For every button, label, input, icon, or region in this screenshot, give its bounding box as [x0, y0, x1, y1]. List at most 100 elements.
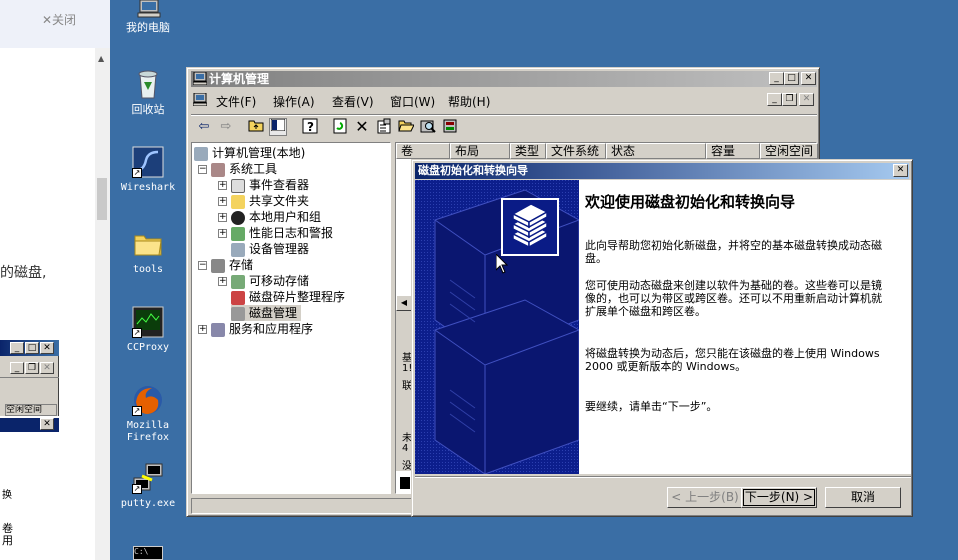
menu-file[interactable]: 文件(F)	[216, 93, 256, 110]
mouse-cursor-icon	[495, 252, 509, 274]
wizard-paragraph-3: 将磁盘转换为动态后，您只能在该磁盘的卷上使用 Windows 2000 或更新版…	[585, 347, 880, 373]
desktop-icon-firefox[interactable]: ↗ Mozilla Firefox	[113, 384, 183, 444]
up-folder-icon[interactable]	[247, 118, 265, 136]
users-icon	[231, 210, 245, 225]
collapse-icon[interactable]: −	[198, 165, 207, 174]
cancel-button[interactable]: 取消	[825, 487, 901, 508]
expand-icon[interactable]: +	[218, 197, 227, 206]
expand-icon[interactable]: +	[218, 229, 227, 238]
dialog-close-button[interactable]: ✕	[893, 164, 908, 177]
back-button[interactable]: < 上一步(B)	[667, 487, 743, 508]
help-icon[interactable]: ?	[301, 118, 319, 136]
window-title: 计算机管理	[209, 72, 270, 86]
column-header[interactable]: 空闲空间	[5, 404, 57, 416]
shortcut-arrow-icon: ↗	[132, 168, 142, 178]
scroll-left-icon[interactable]: ◀	[396, 295, 412, 311]
my-computer-icon	[132, 0, 164, 18]
column-header-type[interactable]: 类型	[510, 143, 546, 159]
close-button[interactable]: ✕关闭	[42, 11, 76, 28]
minimize-icon[interactable]: _	[10, 362, 24, 374]
svg-text:?: ?	[307, 120, 314, 134]
properties-icon[interactable]	[375, 118, 393, 136]
tree-item-device-manager[interactable]: 设备管理器	[231, 241, 309, 257]
refresh-icon[interactable]	[331, 118, 349, 136]
show-tree-icon[interactable]	[269, 118, 287, 136]
tree-item-defragmenter[interactable]: 磁盘碎片整理程序	[231, 289, 345, 305]
column-header-layout[interactable]: 布局	[450, 143, 510, 159]
expand-icon[interactable]: +	[198, 325, 207, 334]
column-header-free-space[interactable]: 空闲空间	[760, 143, 818, 159]
column-header-volume[interactable]: 卷	[396, 143, 450, 159]
dialog-separator	[415, 476, 911, 478]
event-viewer-icon	[231, 178, 245, 193]
tree-item-storage[interactable]: − 存储	[198, 257, 253, 273]
disk-icon[interactable]	[441, 118, 459, 136]
expand-icon[interactable]: +	[218, 181, 227, 190]
close-button[interactable]: ✕	[801, 72, 816, 85]
tree-item-performance-logs[interactable]: + 性能日志和警报	[218, 225, 333, 241]
minimize-icon[interactable]: _	[10, 342, 24, 354]
disk-wizard-dialog: 磁盘初始化和转换向导 ✕ 欢迎使用磁盘初始化和转换向导 此向导帮助您初始化新磁盘…	[411, 159, 913, 517]
menu-window[interactable]: 窗口(W)	[390, 93, 435, 110]
mdi-minimize-button[interactable]: _	[767, 93, 782, 106]
menu-help[interactable]: 帮助(H)	[448, 93, 490, 110]
desktop-icon-label: CCProxy	[126, 342, 170, 353]
collapse-icon[interactable]: −	[198, 261, 207, 270]
scrollbar-thumb[interactable]	[97, 178, 107, 220]
desktop-icon-label: tools	[132, 264, 164, 275]
expand-icon[interactable]: +	[218, 277, 227, 286]
performance-icon	[231, 226, 245, 241]
shortcut-arrow-icon: ↗	[132, 328, 142, 338]
tree-item-disk-management[interactable]: 磁盘管理	[231, 305, 302, 321]
menu-action[interactable]: 操作(A)	[273, 93, 315, 110]
ccproxy-icon: ↗	[132, 306, 164, 338]
desktop-icon-tools[interactable]: tools	[113, 228, 183, 276]
desktop-icon-label: putty.exe	[120, 498, 176, 509]
close-icon[interactable]: ✕	[40, 342, 54, 354]
mdi-close-button[interactable]: ✕	[799, 93, 814, 106]
delete-icon[interactable]: ✕	[353, 118, 371, 136]
menu-view[interactable]: 查看(V)	[332, 93, 374, 110]
desktop-icon-putty[interactable]: ↗ putty.exe	[113, 462, 183, 510]
mdi-restore-button[interactable]: ❐	[782, 93, 797, 106]
search-icon[interactable]	[419, 118, 437, 136]
scrollbar[interactable]	[95, 48, 110, 560]
computer-management-icon	[194, 146, 208, 161]
window-titlebar[interactable]: 计算机管理	[191, 71, 817, 87]
forward-icon[interactable]: ⇨	[217, 118, 235, 136]
minimize-button[interactable]: _	[769, 72, 784, 85]
scroll-up-icon[interactable]: ▲	[98, 54, 104, 63]
desktop-icon-wireshark[interactable]: ↗ Wireshark	[113, 146, 183, 194]
tree-item-removable-storage[interactable]: + 可移动存储	[218, 273, 309, 289]
column-header-status[interactable]: 状态	[606, 143, 706, 159]
tree-item-local-users[interactable]: + 本地用户和组	[218, 209, 321, 225]
tree-item-services-apps[interactable]: + 服务和应用程序	[198, 321, 313, 337]
cmd-icon[interactable]: C:\	[133, 546, 163, 560]
expand-icon[interactable]: +	[218, 213, 227, 222]
desktop-icon-label: Wireshark	[120, 182, 176, 193]
dialog-title: 磁盘初始化和转换向导	[418, 164, 528, 177]
open-folder-icon[interactable]	[397, 118, 415, 136]
desktop-icon-label: 我的电脑	[126, 21, 170, 34]
menu-bar: 文件(F) 操作(A) 查看(V) 窗口(W) 帮助(H) _ ❐ ✕	[191, 90, 817, 110]
restore-icon[interactable]: ❐	[25, 362, 39, 374]
desktop-icon-ccproxy[interactable]: ↗ CCProxy	[113, 306, 183, 354]
tree-item-shared-folders[interactable]: + 共享文件夹	[218, 193, 309, 209]
background-window: _ □ ✕ _ ❐ ✕ 空闲空间 ✕ 换 卷 用	[0, 340, 59, 560]
close-icon[interactable]: ✕	[40, 362, 54, 374]
dialog-titlebar[interactable]: 磁盘初始化和转换向导	[415, 163, 909, 179]
tree-item-system-tools[interactable]: − 系统工具	[198, 161, 277, 177]
folder-icon	[132, 228, 164, 260]
column-header-capacity[interactable]: 容量	[706, 143, 760, 159]
tree-item-root[interactable]: 计算机管理(本地)	[194, 145, 305, 161]
column-header-filesystem[interactable]: 文件系统	[546, 143, 606, 159]
tree-item-event-viewer[interactable]: + 事件查看器	[218, 177, 309, 193]
maximize-icon[interactable]: □	[25, 342, 39, 354]
back-icon[interactable]: ⇦	[195, 118, 213, 136]
desktop-icon-recycle-bin[interactable]: 回收站	[113, 68, 183, 116]
close-icon[interactable]: ✕	[40, 418, 54, 430]
desktop-icon-my-computer[interactable]: 我的电脑	[113, 0, 183, 34]
maximize-button[interactable]: □	[784, 72, 799, 85]
next-button[interactable]: 下一步(N) >	[741, 487, 817, 508]
disk-management-icon	[231, 306, 245, 321]
